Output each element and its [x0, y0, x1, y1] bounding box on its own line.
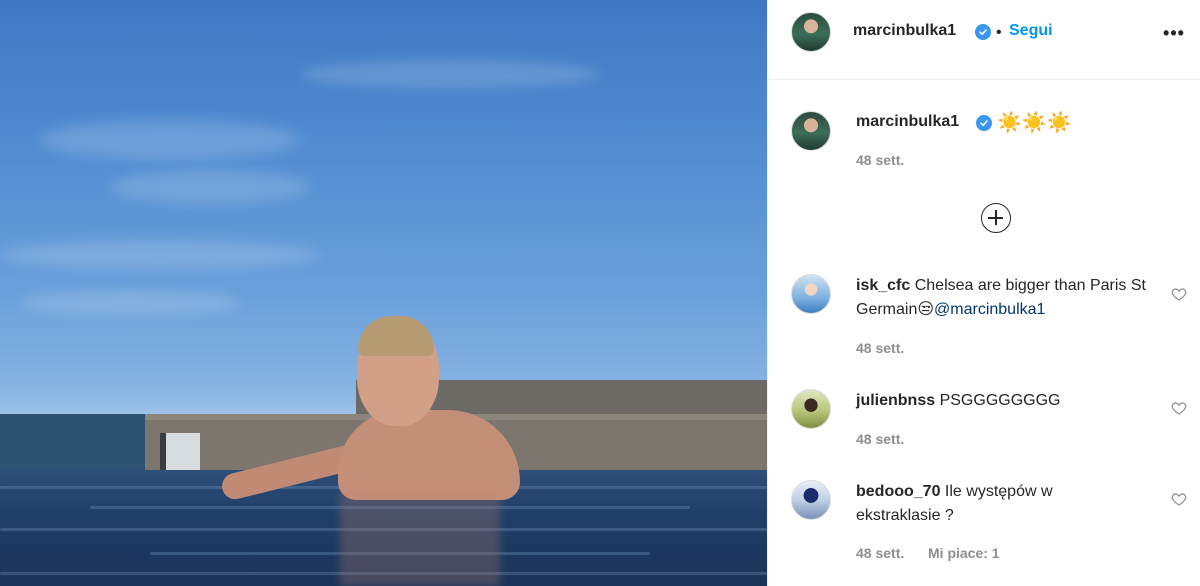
comment-avatar[interactable] — [791, 480, 831, 520]
caption-text: ☀️☀️☀️ — [997, 112, 1072, 134]
comment-item: julienbnss PSGGGGGGGG — [856, 389, 1156, 413]
cloud — [40, 120, 300, 160]
post-side-panel: marcinbulka1 • Segui ••• marcinbulka1 ☀️… — [767, 0, 1200, 586]
comment-username[interactable]: isk_cfc — [856, 277, 910, 294]
comment-text: PSGGGGGGGG — [939, 392, 1061, 409]
cloud — [0, 240, 320, 270]
add-comment-plus-icon[interactable] — [981, 203, 1011, 233]
cloud — [20, 290, 240, 316]
comment-avatar[interactable] — [791, 274, 831, 314]
more-options-icon[interactable]: ••• — [1161, 20, 1187, 46]
post-header: marcinbulka1 • Segui ••• — [768, 0, 1200, 80]
heart-like-icon[interactable] — [1171, 491, 1187, 507]
person-hair — [358, 316, 434, 356]
comment-like-count[interactable]: Mi piace: 1 — [928, 545, 1000, 561]
heart-like-icon[interactable] — [1171, 286, 1187, 302]
post-photo[interactable] — [0, 0, 767, 586]
separator-dot: • — [996, 24, 1002, 41]
follow-button[interactable]: Segui — [1009, 22, 1053, 40]
comment-timestamp[interactable]: 48 sett. — [856, 545, 904, 561]
caption-author-avatar[interactable] — [791, 111, 831, 151]
comment-avatar[interactable] — [791, 389, 831, 429]
comment-item: isk_cfc Chelsea are bigger than Paris St… — [856, 274, 1156, 322]
cloud — [300, 60, 600, 88]
comment-username[interactable]: julienbnss — [856, 392, 935, 409]
comment-mention[interactable]: @marcinbulka1 — [934, 301, 1045, 318]
author-username[interactable]: marcinbulka1 — [853, 22, 956, 40]
comment-timestamp[interactable]: 48 sett. — [856, 340, 904, 356]
verified-badge-icon — [975, 24, 991, 40]
comment-item: bedooo_70 Ile występów w ekstraklasie ? — [856, 480, 1136, 528]
verified-badge-icon — [976, 115, 992, 131]
cloud — [110, 170, 310, 204]
person-reflection — [340, 492, 500, 586]
author-avatar[interactable] — [791, 12, 831, 52]
caption-username[interactable]: marcinbulka1 — [856, 113, 959, 131]
comment-timestamp[interactable]: 48 sett. — [856, 431, 904, 447]
heart-like-icon[interactable] — [1171, 400, 1187, 416]
comment-username[interactable]: bedooo_70 — [856, 483, 940, 500]
caption-timestamp[interactable]: 48 sett. — [856, 152, 904, 168]
